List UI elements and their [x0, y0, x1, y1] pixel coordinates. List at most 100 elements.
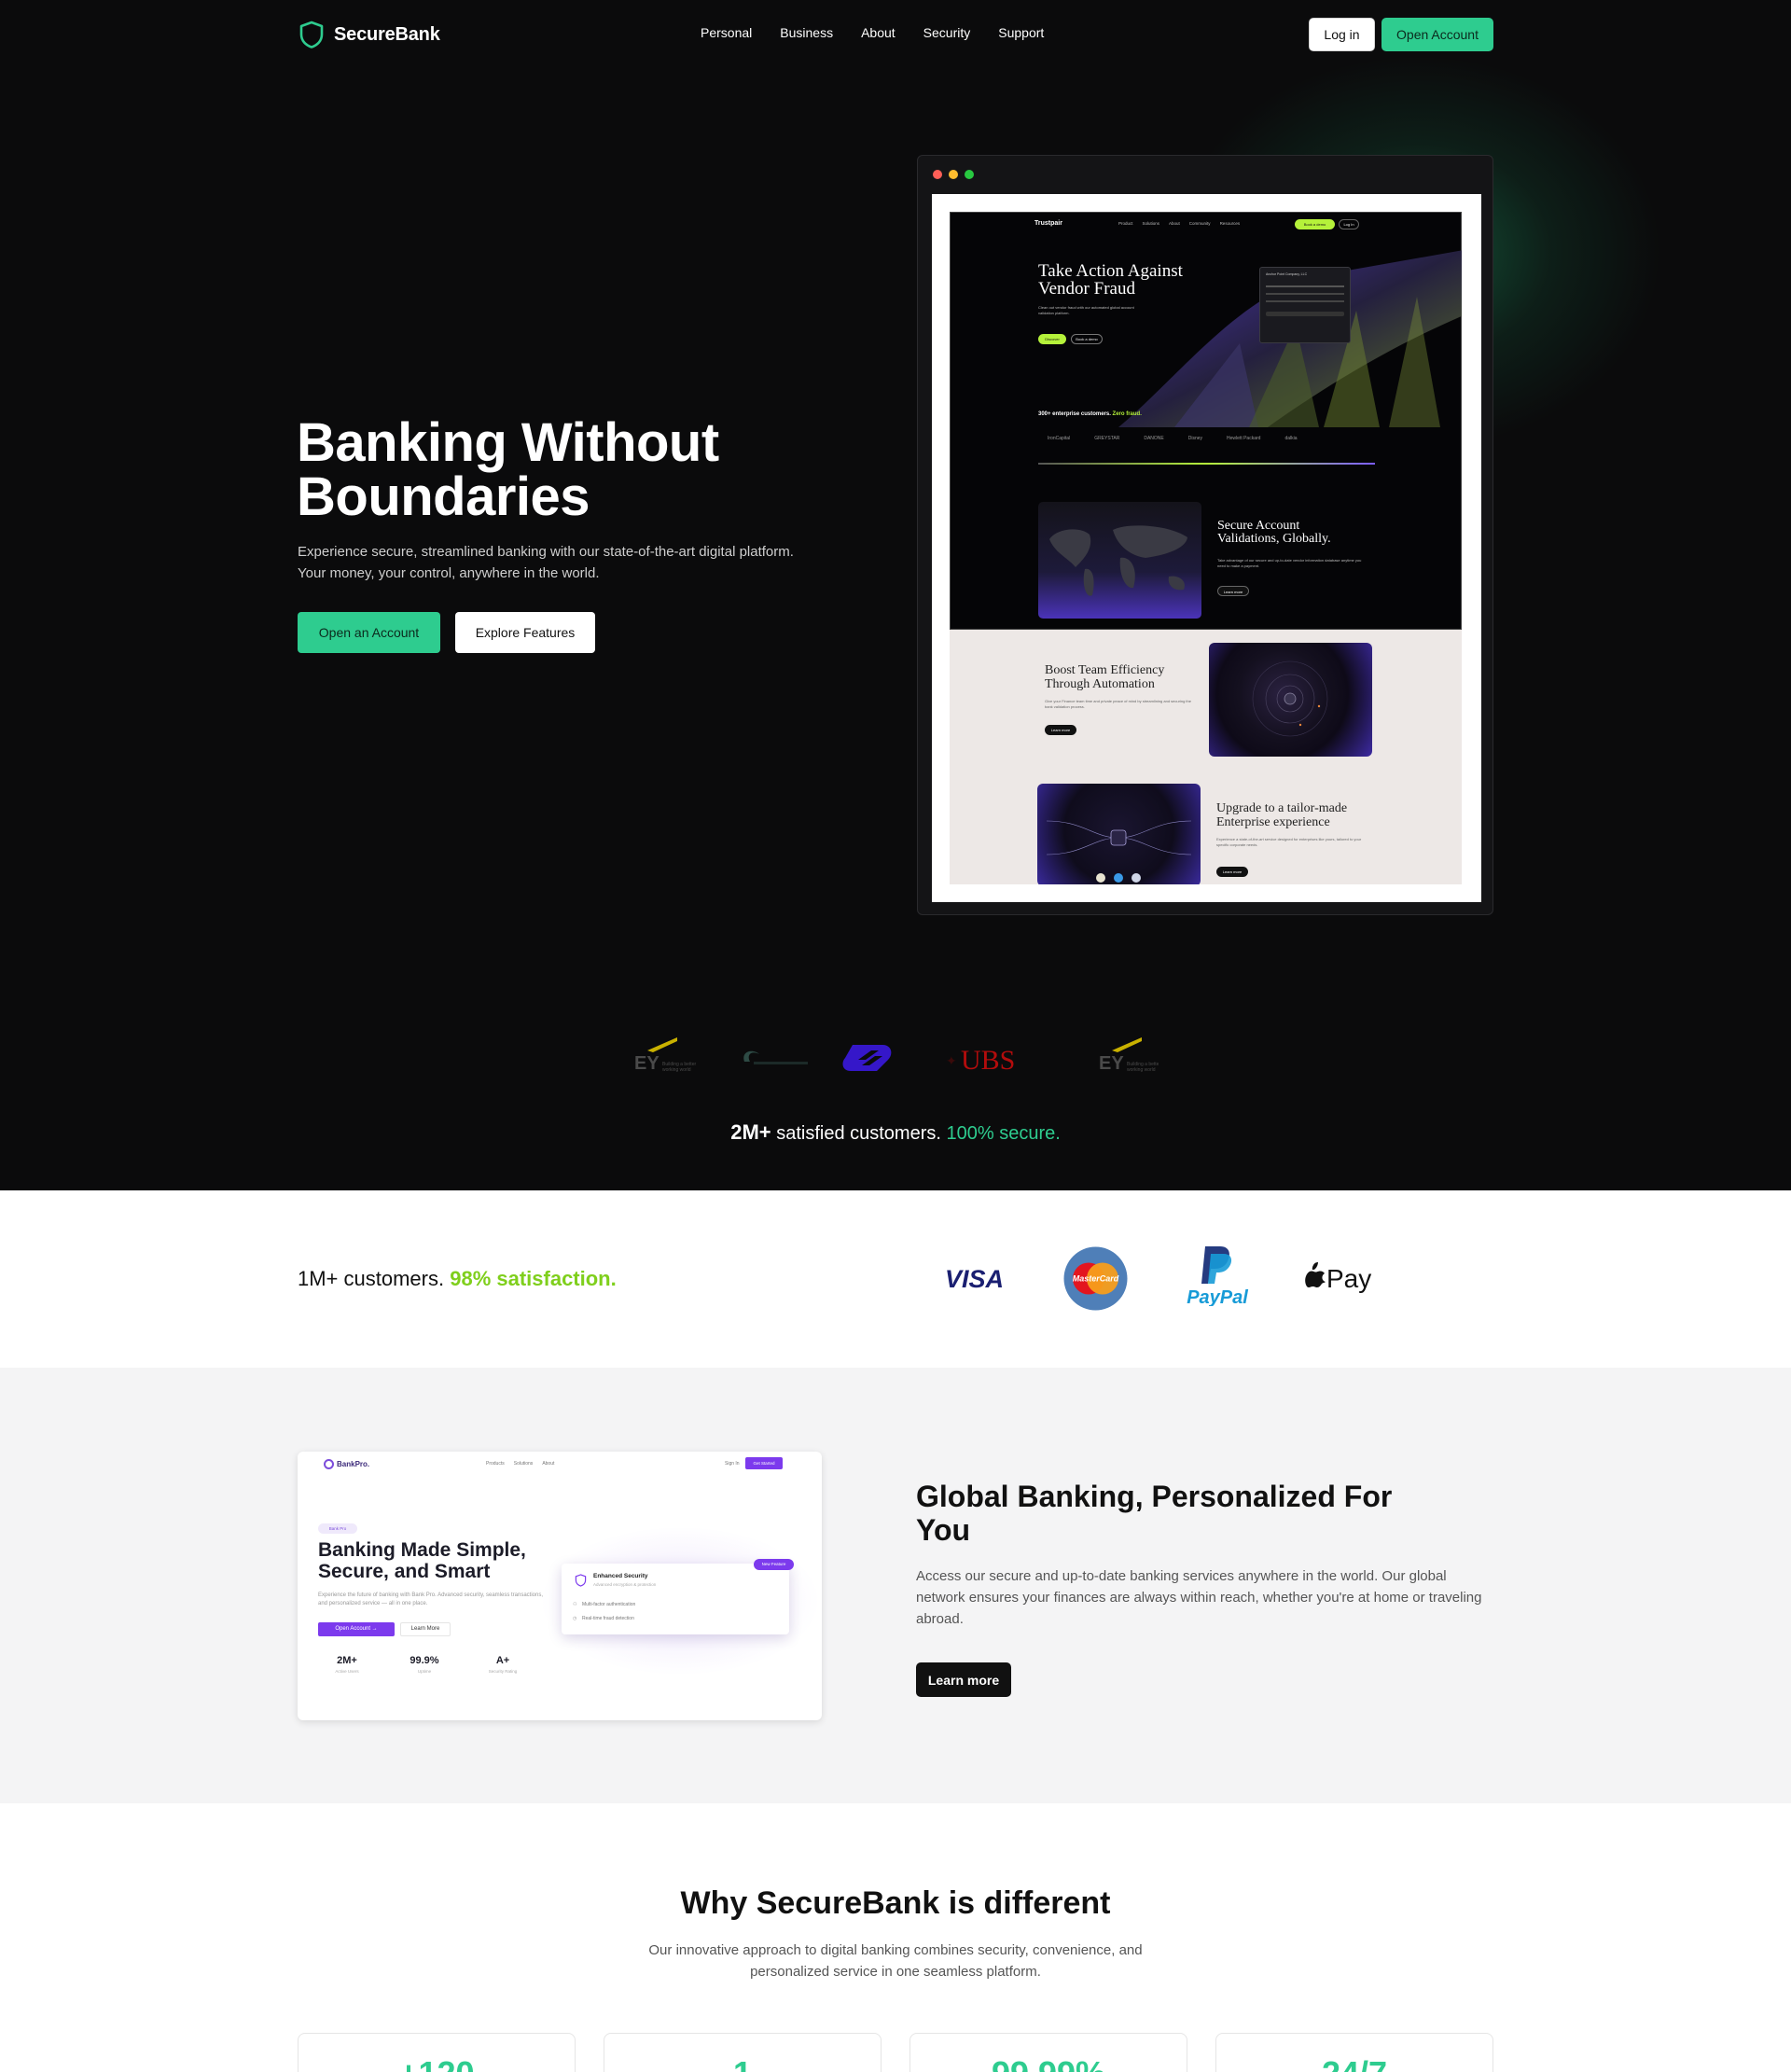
preview-body: Clean out vendor fraud with our automate… [1038, 305, 1134, 315]
preview-customer-logo: GREYSTAR [1094, 436, 1120, 441]
new-feature-badge: New Feature [754, 1559, 794, 1570]
preview-headline: Take Action Against Vendor Fraud [1038, 261, 1183, 299]
why-different-section: Why SecureBank is different Our innovati… [0, 1803, 1791, 2072]
browser-mockup: Trustpair Product Solutions About Commun… [917, 155, 1493, 915]
preview-customer-logo: DANONE [1144, 436, 1164, 441]
hero-subtitle: Experience secure, streamlined banking w… [298, 544, 794, 581]
visa-icon: VISA [945, 1265, 1004, 1293]
open-account-nav-button[interactable]: Open Account [1381, 18, 1493, 51]
stat-card: 1 [604, 2033, 882, 2072]
bankpro-get-started: Get Started [745, 1457, 783, 1469]
explore-features-button[interactable]: Explore Features [455, 612, 595, 653]
preview-nav-item: Resources [1219, 221, 1241, 226]
preview-node-graphic [1037, 784, 1201, 884]
bankpro-sign-in: Sign In [725, 1461, 740, 1467]
preview-customer-logo: dalkia [1284, 436, 1298, 441]
security-item-mfa: Multi-factor authentication [582, 1602, 636, 1607]
ey-logo-text: EY [1099, 1053, 1124, 1074]
preview-customer-logo: Hewlett Packard [1227, 436, 1261, 441]
preview-nav-item: Solutions [1142, 221, 1160, 226]
brand-name: SecureBank [334, 23, 440, 45]
bankpro-preview-card: BankPro. Products Solutions About Sign I… [298, 1452, 822, 1720]
bankpro-logo: BankPro. [324, 1459, 369, 1469]
preview-divider [1038, 463, 1375, 465]
bankpro-stat-label: Active Users [335, 1669, 359, 1674]
bankpro-security-card: Enhanced Security Advanced encryption & … [562, 1564, 789, 1634]
nav-link-security[interactable]: Security [923, 25, 971, 40]
bankpro-stat: 2M+ Active Users [319, 1655, 375, 1674]
preview-section4-body: Experience a state-of-the-art service de… [1216, 837, 1362, 847]
bankpro-nav: Products Solutions About [486, 1461, 554, 1467]
preview-customers-line: 300+ enterprise customers. Zero fraud. [1038, 411, 1142, 417]
mockup-frame: Trustpair Product Solutions About Commun… [932, 194, 1481, 902]
bankpro-open-account: Open Account → [318, 1622, 395, 1636]
ubs-logo-text: UBS [961, 1045, 1015, 1076]
close-dot [933, 170, 942, 179]
svg-text:✦: ✦ [946, 1054, 957, 1069]
global-banking-section: BankPro. Products Solutions About Sign I… [0, 1368, 1791, 1803]
preview-section2-title: Secure Account Validations, Globally. [1217, 519, 1331, 546]
hero-section: SecureBank Personal Business About Secur… [0, 0, 1791, 1190]
paypal-icon: PayPal [1187, 1246, 1248, 1308]
nav-link-personal[interactable]: Personal [701, 25, 752, 40]
paypal-logo: PayPal [1183, 1243, 1252, 1308]
preview-section3-title: Boost Team Efficiency Through Automation [1045, 663, 1165, 691]
bankpro-stat-label: Uptime [417, 1669, 432, 1674]
mastercard-icon: MasterCard [1063, 1246, 1128, 1311]
hero-stat-highlight: 100% secure. [946, 1123, 1061, 1144]
bankpro-nav-item: Products [486, 1461, 505, 1467]
security-item-fraud: Real-time fraud detection [582, 1616, 634, 1621]
svg-text:working world: working world [1127, 1067, 1156, 1073]
stat-card-value: 24/7 [1216, 2054, 1492, 2072]
ey-logo: EY Building a better working world [1099, 1037, 1159, 1074]
customers-text: 1M+ customers. [298, 1267, 451, 1290]
customers-satisfaction-text: 1M+ customers. 98% satisfaction. [298, 1267, 617, 1291]
partner-logos: EY Building a better working world ✦ UBS… [634, 1037, 1159, 1076]
security-card-sub: Advanced encryption & protection [593, 1582, 657, 1587]
mockup-screenshot: Trustpair Product Solutions About Commun… [950, 212, 1462, 884]
payments-strip: 1M+ customers. 98% satisfaction. VISA Ma… [0, 1190, 1791, 1368]
maximize-dot [965, 170, 974, 179]
brand-logo[interactable]: SecureBank [298, 21, 440, 49]
bankpro-stat-label: Security Rating [488, 1669, 518, 1674]
svg-text:Pay: Pay [1326, 1264, 1371, 1293]
preview-nav-item: About [1169, 221, 1180, 226]
clock-icon: ◷ [573, 1616, 577, 1621]
preview-customers-highlight: Zero fraud. [1112, 411, 1142, 417]
preview-learn-more: Learn more [1216, 867, 1248, 877]
svg-text:MasterCard: MasterCard [1073, 1274, 1119, 1284]
preview-orbit-graphic [1209, 643, 1372, 757]
open-an-account-button[interactable]: Open an Account [298, 612, 440, 653]
partner-swoosh-logo [743, 1050, 808, 1064]
shield-icon [575, 1574, 587, 1587]
nav-link-support[interactable]: Support [998, 25, 1044, 40]
preview-customer-logo: IronCapital [1048, 436, 1071, 441]
nav-link-about[interactable]: About [861, 25, 896, 40]
preview-nav: Trustpair Product Solutions About Commun… [951, 213, 1461, 237]
orbit-icon [1252, 661, 1328, 737]
network-icon [1046, 820, 1192, 883]
stat-card-value: 99.99% [910, 2054, 1187, 2072]
bankpro-stat-value: A+ [495, 1655, 510, 1666]
preview-logo: Trustpair [1034, 220, 1062, 227]
preview-book-button: Book a demo [1071, 334, 1103, 344]
preview-section3-body: Give your Finance team time and private … [1045, 699, 1191, 709]
nav-link-business[interactable]: Business [780, 25, 833, 40]
hero-stat-bold: 2M+ [730, 1120, 771, 1144]
preview-customers-text: 300+ enterprise customers. [1038, 411, 1111, 417]
svg-text:VISA: VISA [945, 1265, 1004, 1293]
top-nav: SecureBank Personal Business About Secur… [0, 0, 1791, 69]
bankpro-subtitle: Experience the future of banking with Ba… [318, 1592, 544, 1606]
learn-more-button[interactable]: Learn more [916, 1662, 1011, 1697]
login-button[interactable]: Log in [1309, 18, 1375, 51]
preview-card-title: Anchor Point Company, LLC [1266, 272, 1308, 276]
bankpro-logo-icon [324, 1459, 334, 1469]
global-banking-body: Access our secure and up-to-date banking… [916, 1568, 1482, 1627]
hero-stat-line: 2M+ satisfied customers. 100% secure. [0, 1120, 1791, 1145]
preview-floating-card: Anchor Point Company, LLC [1259, 267, 1351, 343]
preview-login-button: Log In [1339, 219, 1359, 229]
bankpro-stat-value: 99.9% [410, 1655, 439, 1666]
ey-logo-text: EY [634, 1053, 659, 1074]
preview-learn-more: Learn more [1045, 725, 1076, 735]
main-nav: Personal Business About Security Support [701, 25, 1044, 40]
